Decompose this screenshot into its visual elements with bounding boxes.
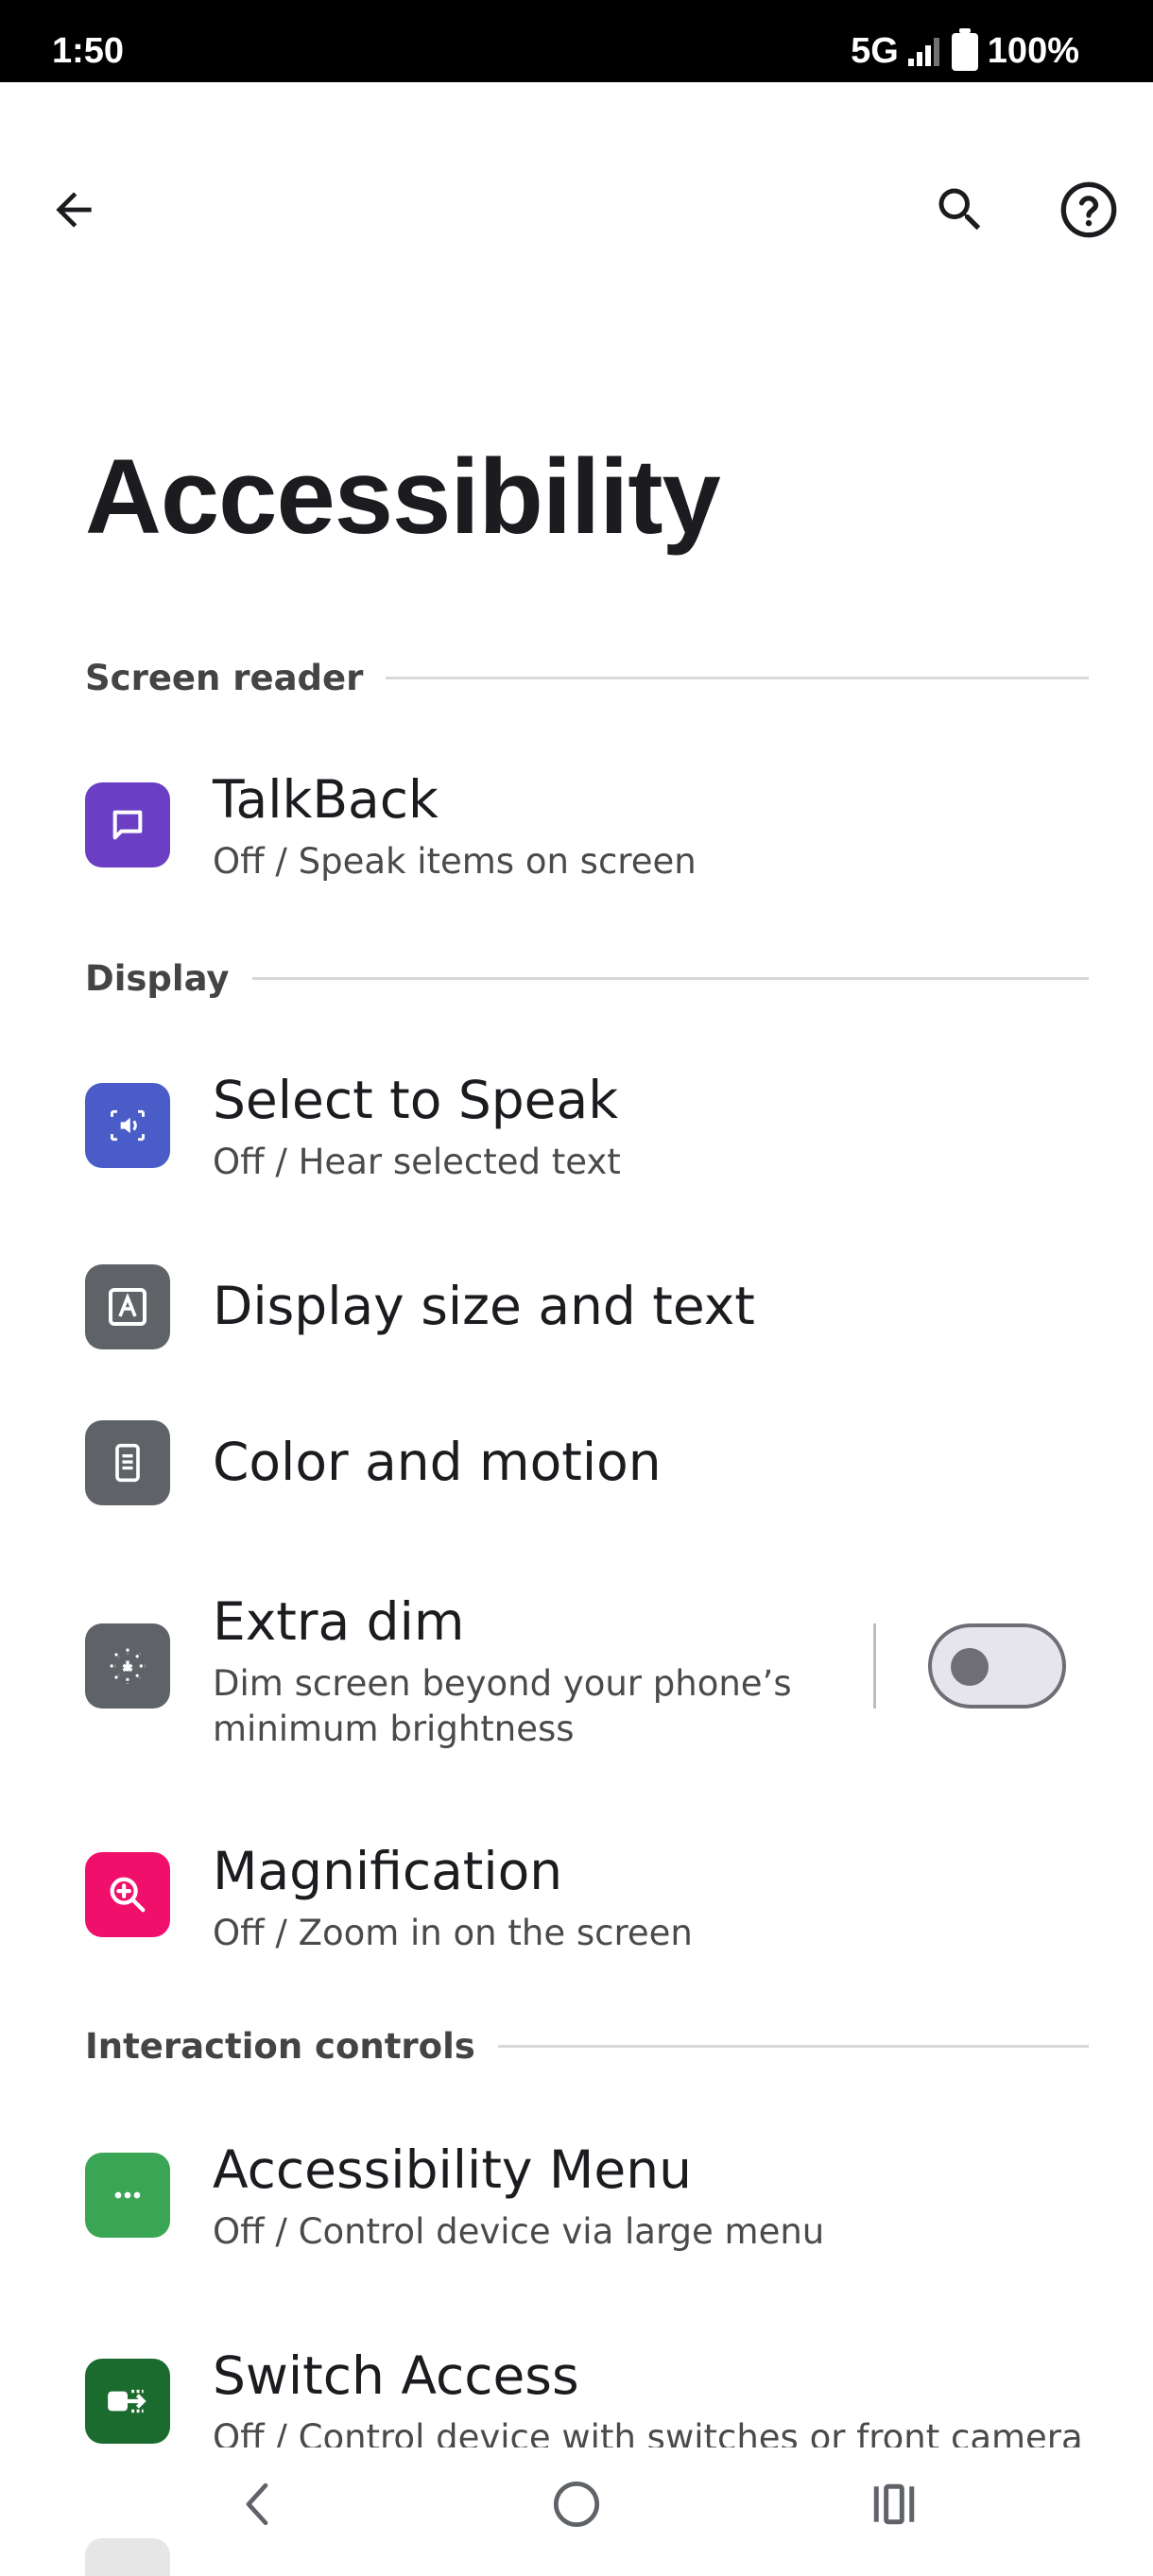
help-icon (1060, 181, 1117, 238)
accessibility-menu-item[interactable]: Accessibility Menu Off / Control device … (0, 2117, 1153, 2277)
toggle-knob (951, 1648, 989, 1686)
section-header-display: Display (85, 954, 1089, 1002)
magnification-item[interactable]: Magnification Off / Zoom in on the scree… (0, 1824, 1153, 1984)
section-header-screen-reader: Screen reader (85, 654, 1089, 701)
section-label: Display (85, 957, 230, 999)
extra-dim-icon (85, 1623, 170, 1709)
item-title: Extra dim (213, 1591, 465, 1652)
item-title: Select to Speak (213, 1070, 619, 1130)
status-time: 1:50 (52, 31, 125, 71)
section-divider (497, 2044, 1089, 2048)
section-label: Screen reader (85, 657, 364, 698)
battery-icon (951, 27, 978, 71)
section-header-interaction-controls: Interaction controls (85, 2022, 1089, 2069)
item-subtitle: Off / Zoom in on the screen (213, 1913, 693, 1953)
item-subtitle: Off / Speak items on screen (213, 841, 697, 882)
item-subtitle: Off / Control device with switches or fr… (213, 2417, 1083, 2447)
display-size-icon (85, 1264, 170, 1349)
item-title: Display size and text (213, 1276, 755, 1336)
status-icons: 5G 100% (851, 27, 1079, 72)
network-label: 5G (851, 31, 899, 71)
extra-dim-item[interactable]: Extra dim Dim screen beyond your phone’s… (0, 1569, 1153, 1786)
item-title: Accessibility Menu (213, 2139, 692, 2200)
page-title: Accessibility (85, 438, 721, 556)
recents-icon (873, 2483, 915, 2525)
switch-access-item[interactable]: Switch Access Off / Control device with … (0, 2323, 1153, 2447)
section-label: Interaction controls (85, 2025, 475, 2067)
item-title: Color and motion (213, 1432, 662, 1492)
item-title: Switch Access (213, 2345, 579, 2406)
nav-home-button[interactable] (529, 2466, 624, 2542)
arrow-back-icon (56, 192, 92, 228)
next-item-icon-peek (85, 2538, 170, 2576)
item-subtitle: Off / Hear selected text (213, 1142, 621, 1182)
navigation-bar (0, 2447, 1153, 2563)
nav-back-button[interactable] (210, 2466, 304, 2542)
select-to-speak-item[interactable]: Select to Speak Off / Hear selected text (0, 1047, 1153, 1208)
item-title: TalkBack (213, 769, 439, 830)
search-icon (938, 188, 981, 231)
magnification-icon (85, 1852, 170, 1937)
color-motion-item[interactable]: Color and motion (0, 1384, 1153, 1540)
switch-access-icon (85, 2359, 170, 2444)
item-subtitle-line1: Dim screen beyond your phone’s (213, 1663, 792, 1704)
chevron-left-icon (246, 2482, 268, 2526)
accessibility-menu-icon (85, 2153, 170, 2238)
select-to-speak-icon (85, 1083, 170, 1168)
home-circle-icon (553, 2481, 600, 2528)
toggle-divider (873, 1623, 876, 1709)
item-subtitle-line2: minimum brightness (213, 1709, 575, 1749)
help-button[interactable] (1043, 164, 1134, 255)
display-size-item[interactable]: Display size and text (0, 1228, 1153, 1384)
item-subtitle: Off / Control device via large menu (213, 2211, 825, 2252)
item-title: Magnification (213, 1841, 563, 1901)
signal-icon (907, 37, 942, 66)
section-divider (386, 676, 1089, 679)
status-bar: 1:50 5G 100% (0, 0, 1153, 82)
talkback-item[interactable]: TalkBack Off / Speak items on screen (0, 747, 1153, 907)
talkback-icon (85, 782, 170, 867)
battery-percent: 100% (987, 31, 1079, 71)
extra-dim-toggle[interactable] (928, 1623, 1066, 1709)
back-button[interactable] (28, 164, 119, 255)
search-button[interactable] (915, 164, 1006, 255)
color-motion-icon (85, 1420, 170, 1505)
nav-recents-button[interactable] (847, 2466, 941, 2542)
section-divider (251, 976, 1089, 980)
